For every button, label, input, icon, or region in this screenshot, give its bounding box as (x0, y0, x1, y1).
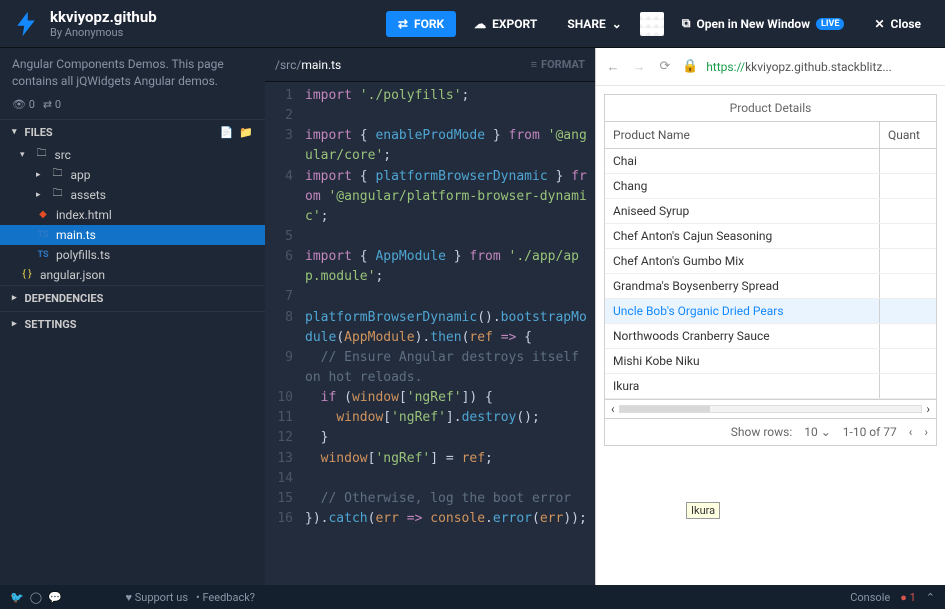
preview-url[interactable]: https://kkviyopz.github.stackblitz... (706, 60, 937, 74)
nav-back-button[interactable]: ← (604, 59, 622, 75)
editor-pane: /src/main.ts ≡FORMAT 1import './polyfill… (265, 48, 595, 585)
project-info: kkviyopz.github By Anonymous (50, 8, 157, 39)
preview-pane: ← → ⟳ 🔒 https://kkviyopz.github.stackbli… (595, 48, 945, 585)
cell-tooltip: Ikura (686, 502, 720, 519)
grid-header: Product Name Quant (605, 122, 936, 149)
chevron-down-icon: ⌄ (612, 17, 622, 31)
pager-range: 1-10 of 77 (843, 425, 897, 439)
pager-next-button[interactable]: › (924, 425, 928, 439)
table-row[interactable]: Northwoods Cranberry Sauce (605, 324, 936, 349)
share-label: SHARE (567, 17, 605, 31)
close-label: Close (891, 17, 921, 31)
table-row[interactable]: Aniseed Syrup (605, 199, 936, 224)
fork-button[interactable]: ⇄ FORK (386, 11, 456, 37)
tree-file-polyfills[interactable]: TSpolyfills.ts (0, 245, 265, 265)
lock-icon: 🔒 (682, 59, 698, 74)
grid-pager: Show rows: 10 ⌄ 1-10 of 77 ‹ › (605, 418, 936, 445)
html-file-icon: ◆ (36, 208, 50, 222)
table-row[interactable]: Chang (605, 174, 936, 199)
new-file-icon[interactable]: 📄 (220, 126, 234, 139)
tree-folder-assets[interactable]: 🗀assets (0, 185, 265, 205)
open-new-window-button[interactable]: ⧉ Open in New Window LIVE (670, 10, 857, 37)
reload-button[interactable]: ⟳ (656, 59, 674, 74)
folder-icon: 🗀 (51, 168, 65, 182)
table-row[interactable]: Chef Anton's Cajun Seasoning (605, 224, 936, 249)
tree-file-index[interactable]: ◆index.html (0, 205, 265, 225)
avatar[interactable] (640, 12, 664, 36)
pager-size-select[interactable]: 10 ⌄ (804, 425, 831, 439)
editor-path: /src/main.ts (275, 58, 341, 72)
support-link[interactable]: ♥ Support us (125, 591, 188, 604)
format-button[interactable]: ≡FORMAT (531, 58, 585, 71)
sidebar: Angular Components Demos. This page cont… (0, 48, 265, 585)
discord-icon[interactable]: 💬 (48, 591, 62, 604)
scroll-left-icon[interactable]: ‹ (611, 402, 615, 416)
format-icon: ≡ (531, 58, 537, 71)
open-new-label: Open in New Window (696, 17, 810, 31)
ts-file-icon: TS (36, 228, 50, 242)
project-byline: By Anonymous (50, 26, 157, 39)
forks-stat: ⇄ 0 (43, 98, 61, 111)
fork-label: FORK (414, 17, 444, 31)
cloud-download-icon: ☁ (474, 17, 486, 31)
folder-icon: 🗀 (51, 188, 65, 202)
project-description: Angular Components Demos. This page cont… (0, 48, 265, 98)
github-icon[interactable]: ◯ (30, 591, 42, 604)
files-label: FILES (25, 126, 53, 139)
table-row[interactable]: Uncle Bob's Organic Dried Pears (605, 299, 936, 324)
shuffle-icon: ⇄ (398, 17, 408, 31)
table-row[interactable]: Chai (605, 149, 936, 174)
twitter-icon[interactable]: 🐦 (10, 591, 24, 604)
export-label: EXPORT (492, 17, 537, 31)
files-section-header[interactable]: FILES 📄 📁 (0, 120, 265, 145)
feedback-link[interactable]: • Feedback? (196, 591, 255, 604)
console-toggle[interactable]: Console (850, 591, 890, 604)
views-stat: 👁 0 (12, 98, 35, 111)
table-row[interactable]: Grandma's Boysenberry Spread (605, 274, 936, 299)
tree-file-angular-json[interactable]: { }angular.json (0, 265, 265, 285)
live-badge: LIVE (816, 18, 844, 30)
project-title: kkviyopz.github (50, 8, 157, 26)
pager-show-rows-label: Show rows: (731, 425, 792, 439)
table-row[interactable]: Chef Anton's Gumbo Mix (605, 249, 936, 274)
export-button[interactable]: ☁ EXPORT (462, 11, 549, 37)
column-product-name[interactable]: Product Name (605, 122, 880, 148)
problems-indicator[interactable]: ● 1 (900, 591, 916, 604)
tree-folder-src[interactable]: 🗀src (0, 145, 265, 165)
scroll-thumb[interactable] (620, 406, 710, 412)
settings-section-header[interactable]: SETTINGS (0, 312, 265, 337)
grid-horizontal-scrollbar[interactable]: ‹ › (605, 399, 936, 418)
stackblitz-logo-icon (12, 10, 40, 38)
scroll-right-icon[interactable]: › (926, 402, 930, 416)
dependencies-section-header[interactable]: DEPENDENCIES (0, 286, 265, 311)
code-editor[interactable]: 1import './polyfills'; 2 3import { enabl… (265, 82, 595, 585)
pager-prev-button[interactable]: ‹ (909, 425, 913, 439)
json-file-icon: { } (20, 268, 34, 282)
project-stats: 👁 0 ⇄ 0 (0, 98, 265, 119)
chevron-up-icon[interactable]: ⌃ (926, 591, 935, 604)
close-icon: ✕ (874, 17, 884, 31)
table-row[interactable]: Mishi Kobe Niku (605, 349, 936, 374)
column-quantity[interactable]: Quant (880, 122, 936, 148)
external-window-icon: ⧉ (682, 16, 691, 31)
new-folder-icon[interactable]: 📁 (239, 126, 253, 139)
ts-file-icon: TS (36, 248, 50, 262)
tree-folder-app[interactable]: 🗀app (0, 165, 265, 185)
tree-file-main[interactable]: TSmain.ts (0, 225, 265, 245)
table-row[interactable]: Ikura (605, 374, 936, 399)
folder-icon: 🗀 (35, 148, 49, 162)
nav-forward-button[interactable]: → (630, 59, 648, 75)
share-button[interactable]: SHARE ⌄ (555, 11, 634, 37)
grid-title: Product Details (605, 95, 936, 122)
product-grid: Product Details Product Name Quant ChaiC… (604, 94, 937, 446)
close-button[interactable]: ✕ Close (862, 11, 933, 37)
